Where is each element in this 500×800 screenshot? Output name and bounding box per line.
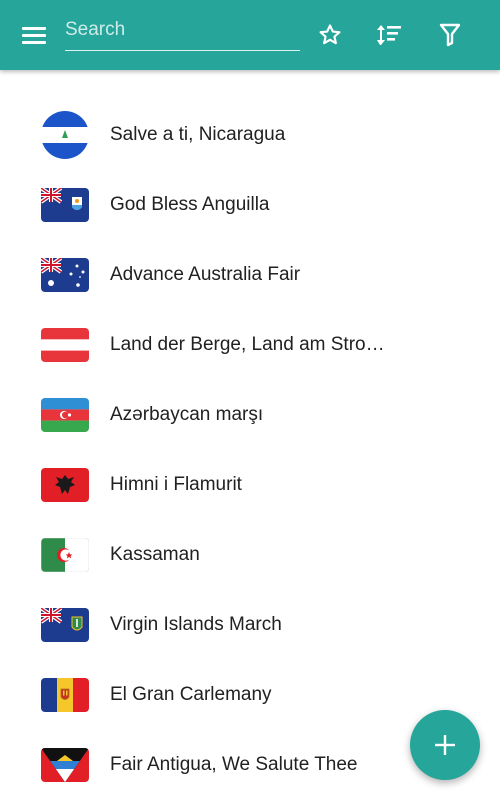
list-item[interactable]: Himni i Flamurit xyxy=(0,450,500,520)
list-item[interactable]: Land der Berge, Land am Stro… xyxy=(0,310,500,380)
search-input[interactable] xyxy=(65,14,300,46)
algeria-flag-icon xyxy=(41,530,89,580)
anthem-title: Azərbaycan marşı xyxy=(110,404,264,425)
list-item[interactable]: Salve a ti, Nicaragua xyxy=(0,100,500,170)
anthem-title: God Bless Anguilla xyxy=(110,194,270,215)
anthem-list: Salve a ti, Nicaragua God Bless Anguilla xyxy=(0,100,500,800)
star-icon[interactable] xyxy=(310,15,350,55)
sort-icon[interactable] xyxy=(369,15,409,55)
british-virgin-islands-flag-icon xyxy=(41,600,89,650)
list-item[interactable]: Kassaman xyxy=(0,520,500,590)
albania-flag-icon xyxy=(41,460,89,510)
anthem-title: Fair Antigua, We Salute Thee xyxy=(110,754,358,775)
anthem-title: Advance Australia Fair xyxy=(110,264,301,285)
azerbaijan-flag-icon xyxy=(41,390,89,440)
anthem-title: Himni i Flamurit xyxy=(110,474,242,495)
nicaragua-flag-icon xyxy=(41,110,89,160)
anthem-title: Salve a ti, Nicaragua xyxy=(110,124,286,145)
australia-flag-icon xyxy=(41,250,89,300)
antigua-and-barbuda-flag-icon xyxy=(41,740,89,790)
anthem-title: Land der Berge, Land am Stro… xyxy=(110,334,385,355)
anthem-title: Virgin Islands March xyxy=(110,614,282,635)
add-button[interactable] xyxy=(410,710,480,780)
list-item[interactable]: God Bless Anguilla xyxy=(0,170,500,240)
list-item[interactable]: Advance Australia Fair xyxy=(0,240,500,310)
plus-icon xyxy=(435,735,455,755)
app-bar xyxy=(0,0,500,70)
list-item[interactable]: Azərbaycan marşı xyxy=(0,380,500,450)
menu-icon[interactable] xyxy=(14,17,54,53)
filter-icon[interactable] xyxy=(430,15,470,55)
anguilla-flag-icon xyxy=(41,180,89,230)
austria-flag-icon xyxy=(41,320,89,370)
list-item[interactable]: Virgin Islands March xyxy=(0,590,500,660)
anthem-title: Kassaman xyxy=(110,544,200,565)
search-field[interactable] xyxy=(65,14,300,51)
andorra-flag-icon xyxy=(41,670,89,720)
anthem-title: El Gran Carlemany xyxy=(110,684,272,705)
